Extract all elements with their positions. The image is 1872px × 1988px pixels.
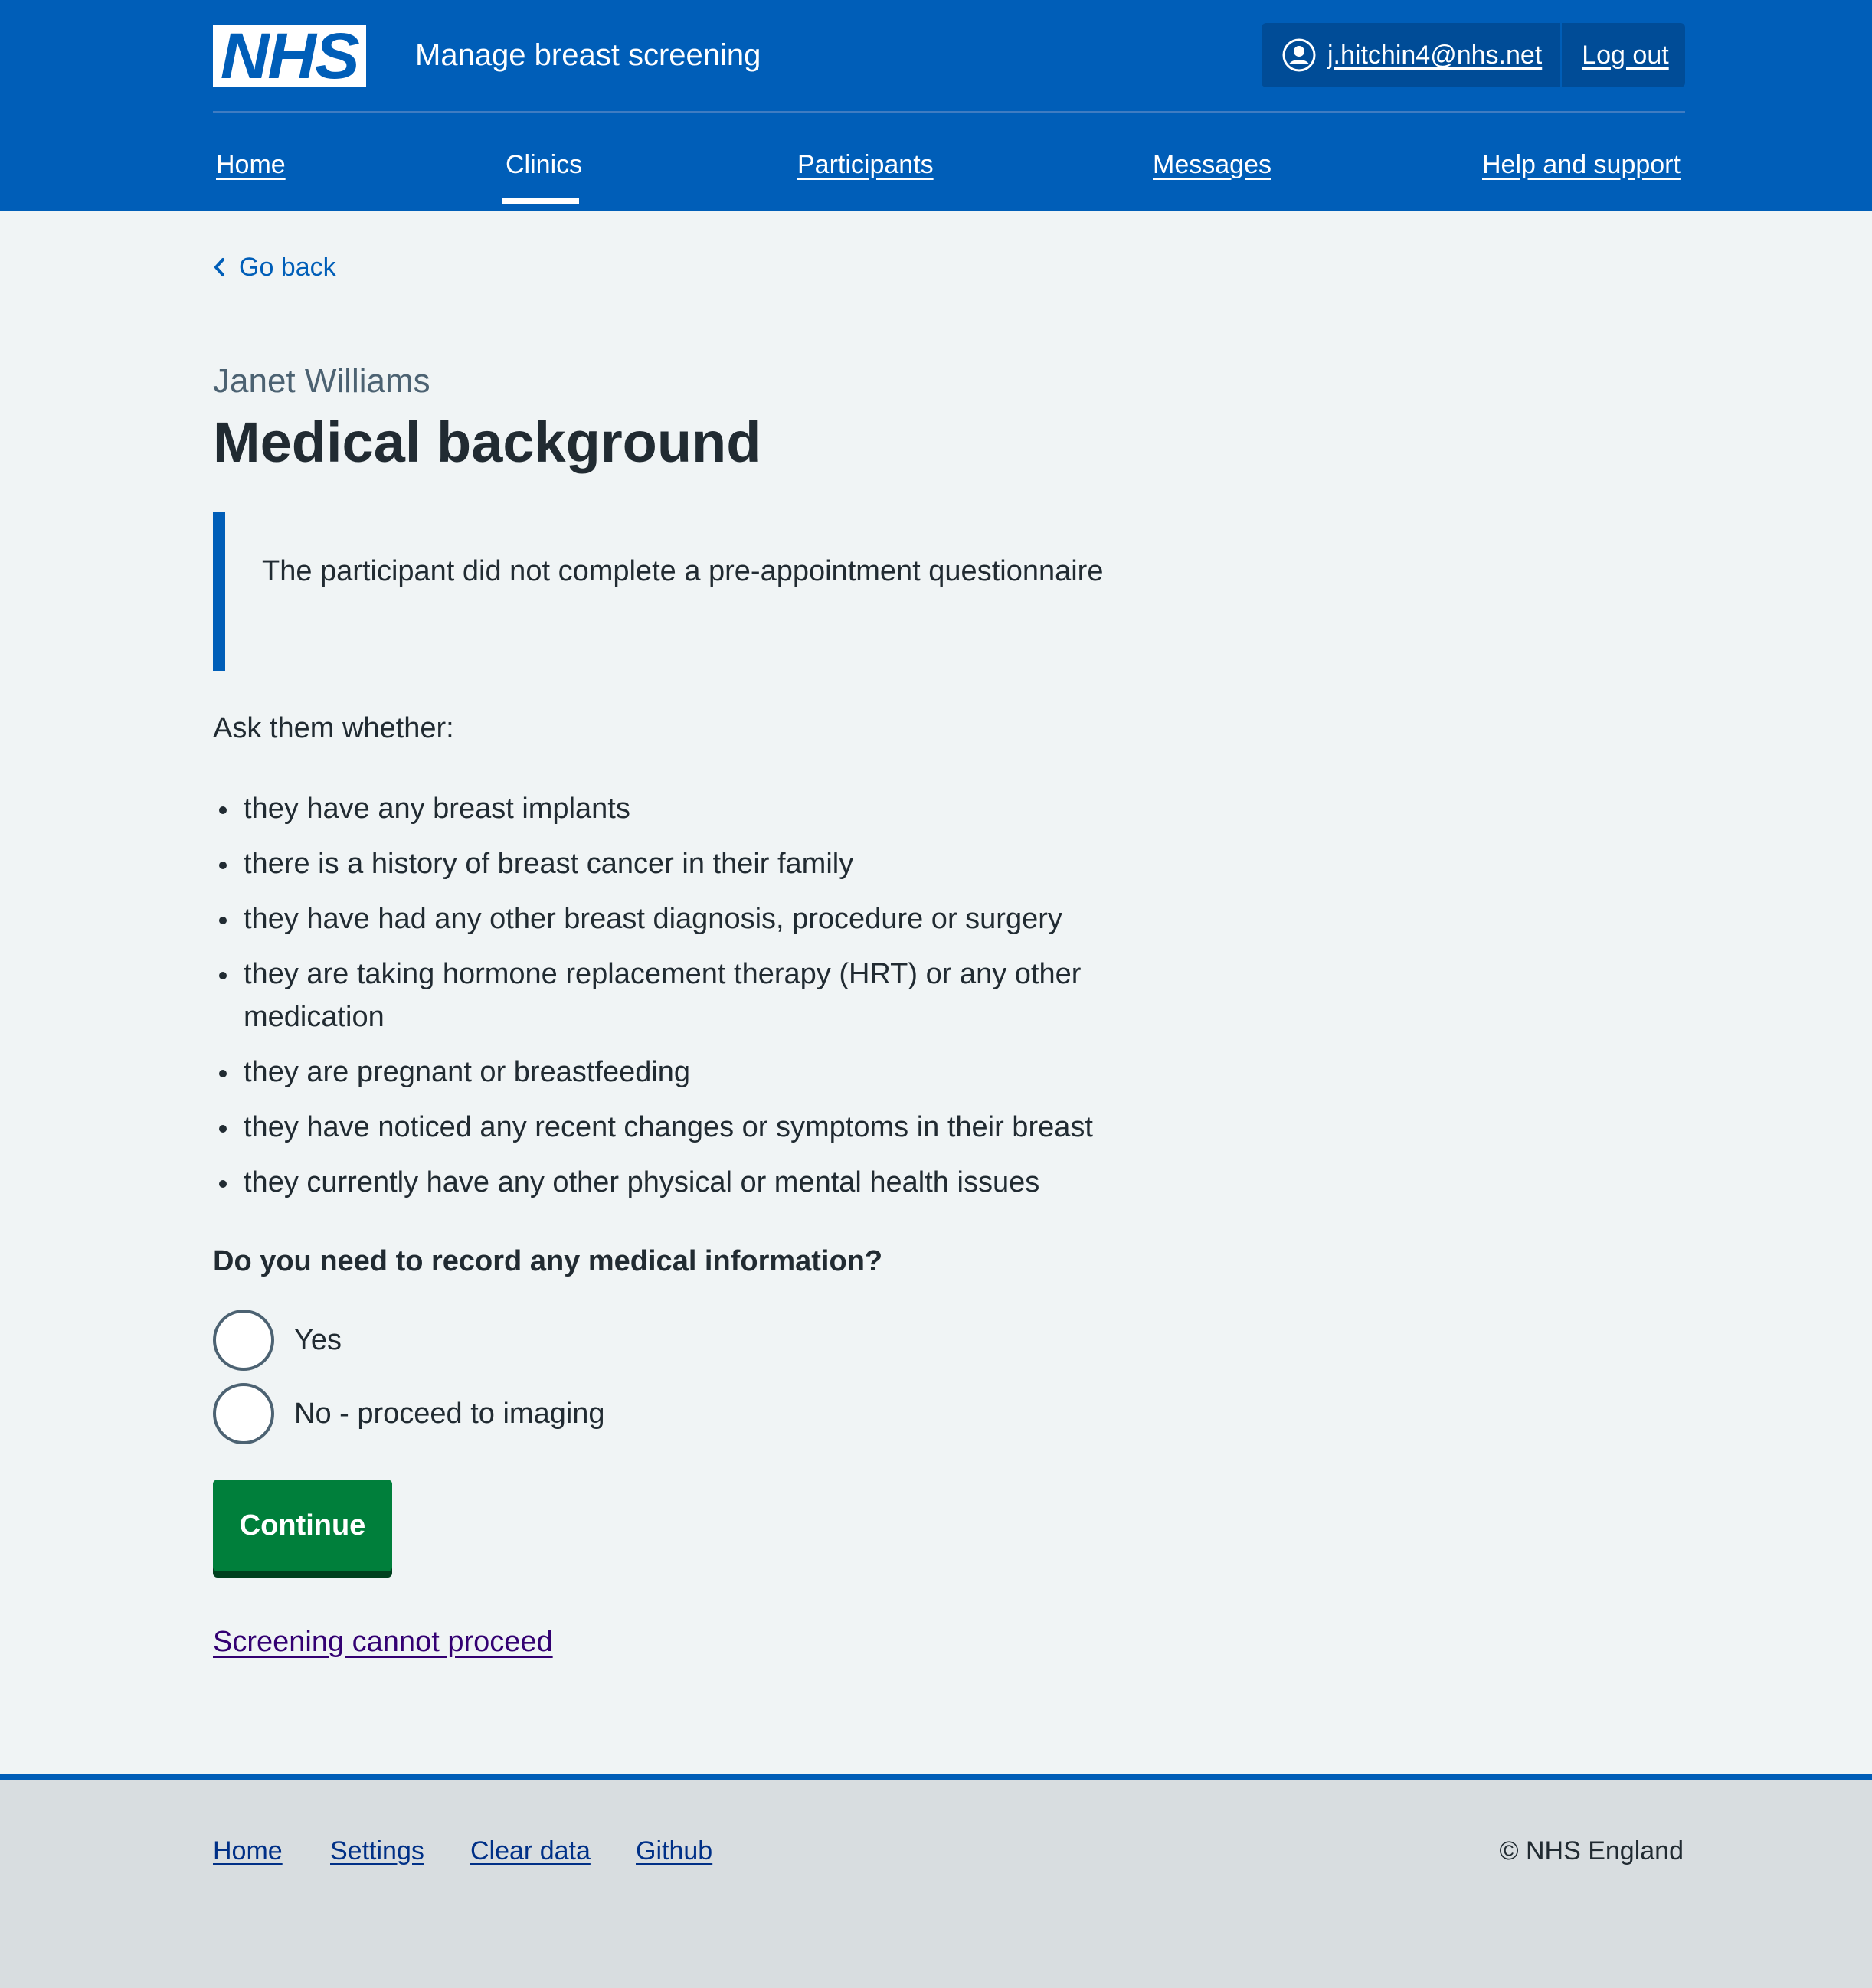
list-item: they currently have any other physical o… [213,1161,1209,1204]
screening-cannot-proceed-link[interactable]: Screening cannot proceed [213,1620,553,1663]
nhs-logo-text: NHS [221,20,360,92]
radio-label-no[interactable]: No - proceed to imaging [294,1395,605,1433]
back-link-label: Go back [239,253,336,282]
copyright: © NHS England [1499,1836,1684,1865]
inset-text: The participant did not complete a pre-a… [213,512,1141,671]
nav-item-help-and-support[interactable]: Help and support [1482,147,1681,182]
nav-current-indicator [502,198,579,204]
inset-text-content: The participant did not complete a pre-a… [262,555,1104,587]
service-name[interactable]: Manage breast screening [415,35,761,75]
back-link[interactable]: Go back [211,250,336,285]
footer-link-github[interactable]: Github [636,1833,712,1869]
primary-navigation: Home Clinics Participants Messages Help … [213,135,1685,211]
footer-link-settings[interactable]: Settings [330,1833,424,1869]
header-divider [213,111,1685,113]
participant-name-caption: Janet Williams [213,362,430,400]
list-item: they have any breast implants [213,787,1209,830]
logout-link[interactable]: Log out [1582,41,1668,70]
radio-no-proceed-to-imaging[interactable]: No - proceed to imaging [213,1383,605,1444]
account-logout: Log out [1562,41,1668,70]
nav-item-clinics[interactable]: Clinics [506,147,582,182]
continue-button[interactable]: Continue [213,1480,392,1571]
account-panel: j.hitchin4@nhs.net Log out [1262,23,1685,87]
nav-item-home[interactable]: Home [216,147,286,182]
radio-label-yes[interactable]: Yes [294,1321,342,1359]
nav-item-messages[interactable]: Messages [1153,147,1271,182]
fieldset-legend: Do you need to record any medical inform… [213,1245,883,1277]
page-title: Medical background [213,410,761,474]
account-user: j.hitchin4@nhs.net [1262,23,1563,87]
user-icon [1282,38,1316,72]
nhs-logo[interactable]: NHS [213,20,366,92]
radio-yes[interactable]: Yes [213,1310,342,1371]
site-footer: Home Settings Clear data Github © NHS En… [0,1774,1872,1988]
radio-input-no[interactable] [213,1383,274,1444]
question-list: they have any breast implants there is a… [213,787,1209,1216]
account-email-link[interactable]: j.hitchin4@nhs.net [1327,41,1542,70]
list-item: they are pregnant or breastfeeding [213,1051,1209,1094]
footer-link-home[interactable]: Home [213,1833,283,1869]
list-item: there is a history of breast cancer in t… [213,842,1209,885]
nav-item-participants[interactable]: Participants [797,147,934,182]
list-item: they have noticed any recent changes or … [213,1106,1209,1149]
footer-link-clear-data[interactable]: Clear data [470,1833,591,1869]
lead-text: Ask them whether: [213,712,454,744]
list-item: they have had any other breast diagnosis… [213,898,1209,940]
list-item: they are taking hormone replacement ther… [213,953,1209,1038]
site-header: NHS Manage breast screening j.hitchin4@n… [0,0,1872,211]
chevron-left-icon [214,258,224,276]
radio-input-yes[interactable] [213,1310,274,1371]
